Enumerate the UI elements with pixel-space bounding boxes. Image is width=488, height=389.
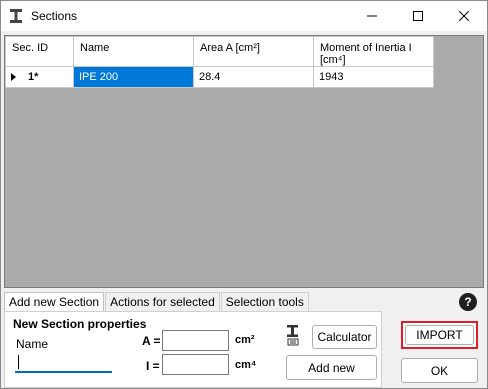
section-calculator-icon: [287, 325, 299, 346]
add-section-panel: New Section properties Name A = cm² I = …: [4, 311, 382, 388]
column-header-moi-line1: Moment of Inertia I: [320, 42, 412, 54]
table-header-row: Sec. ID Name Area A [cm²] Moment of Iner…: [5, 36, 434, 67]
calculator-button[interactable]: Calculator: [312, 325, 377, 349]
close-icon: [459, 11, 469, 21]
area-unit: cm²: [235, 334, 255, 346]
column-header-moment-of-inertia[interactable]: Moment of Inertia I [cm⁴]: [313, 36, 434, 67]
current-row-arrow-icon: [11, 73, 16, 82]
column-header-moi-line2: [cm⁴]: [320, 54, 346, 66]
text-caret: [18, 355, 19, 369]
column-header-sec-id[interactable]: Sec. ID: [5, 36, 74, 67]
cell-name[interactable]: IPE 200: [73, 66, 194, 88]
row-header-cell[interactable]: 1*: [5, 66, 74, 88]
minimize-icon: [367, 15, 377, 17]
title-bar[interactable]: Sections: [1, 1, 487, 31]
maximize-icon: [413, 11, 423, 21]
minimize-button[interactable]: [349, 1, 395, 31]
panel-title: New Section properties: [13, 317, 147, 331]
inertia-unit: cm⁴: [235, 359, 257, 371]
import-button-label: IMPORT: [405, 325, 474, 345]
name-input[interactable]: [15, 352, 112, 373]
ok-button[interactable]: OK: [401, 358, 478, 383]
help-icon[interactable]: ?: [459, 293, 477, 311]
area-label: A =: [142, 334, 161, 348]
add-new-button[interactable]: Add new: [286, 355, 377, 380]
name-label: Name: [16, 337, 49, 351]
tab-actions-for-selected[interactable]: Actions for selected: [105, 292, 220, 311]
inertia-label: I =: [146, 359, 160, 373]
i-beam-section-icon: [10, 9, 22, 23]
cell-area[interactable]: 28.4: [193, 66, 314, 88]
close-button[interactable]: [441, 1, 487, 31]
column-header-name[interactable]: Name: [73, 36, 194, 67]
tab-selection-tools[interactable]: Selection tools: [220, 292, 309, 311]
area-input[interactable]: [162, 330, 229, 351]
tab-strip: Add new Section Actions for selected Sel…: [4, 292, 310, 312]
column-header-area[interactable]: Area A [cm²]: [193, 36, 314, 67]
cell-sec-id: 1*: [28, 71, 39, 83]
inertia-input[interactable]: [162, 354, 229, 375]
import-button[interactable]: IMPORT: [401, 321, 478, 349]
sections-grid[interactable]: Sec. ID Name Area A [cm²] Moment of Iner…: [4, 35, 484, 288]
sections-window: Sections Sec. ID Name Area A [cm²] Momen…: [0, 0, 488, 389]
cell-moment-of-inertia[interactable]: 1943: [313, 66, 434, 88]
tab-add-new-section[interactable]: Add new Section: [4, 292, 105, 312]
sections-table: Sec. ID Name Area A [cm²] Moment of Iner…: [5, 36, 434, 88]
window-title: Sections: [31, 9, 78, 23]
maximize-button[interactable]: [395, 1, 441, 31]
table-row[interactable]: 1* IPE 200 28.4 1943: [5, 66, 434, 88]
